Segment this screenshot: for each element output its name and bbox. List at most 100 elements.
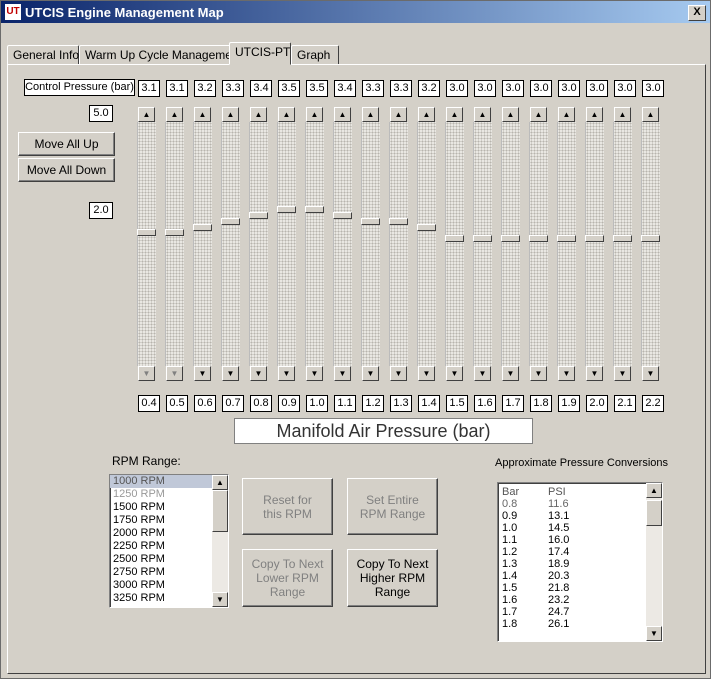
slider-up-arrow-icon[interactable]: ▲ [502,107,519,122]
slider-down-arrow-icon[interactable]: ▼ [530,366,547,381]
move-all-down-button[interactable]: Move All Down [18,158,115,182]
slider-down-arrow-icon[interactable]: ▼ [334,366,351,381]
slider-up-arrow-icon[interactable]: ▲ [446,107,463,122]
rpm-range-item[interactable]: 2500 RPM [110,553,228,566]
slider-up-arrow-icon[interactable]: ▲ [390,107,407,122]
pressure-slider-track[interactable] [361,122,380,366]
slider-down-arrow-icon[interactable]: ▼ [642,366,659,381]
slider-down-arrow-icon[interactable]: ▼ [250,366,267,381]
rpm-range-item[interactable]: 2000 RPM [110,527,228,540]
reset-for-this-rpm-button[interactable]: Reset for this RPM [242,478,333,535]
rpm-range-item[interactable]: 3000 RPM [110,579,228,592]
pressure-slider-track[interactable] [165,122,184,366]
conversions-scrollbar[interactable]: ▲ ▼ [646,483,662,641]
scroll-up-arrow-icon[interactable]: ▲ [212,475,228,490]
pressure-slider-track[interactable] [249,122,268,366]
pressure-slider-track[interactable] [333,122,352,366]
pressure-slider-thumb[interactable] [473,235,492,242]
rpm-range-item[interactable]: 1500 RPM [110,501,228,514]
rpm-range-item[interactable]: 1000 RPM [110,475,228,488]
slider-up-arrow-icon[interactable]: ▲ [558,107,575,122]
pressure-slider-track[interactable] [641,122,660,366]
slider-down-arrow-icon[interactable]: ▼ [446,366,463,381]
scroll-thumb[interactable] [646,500,662,526]
rpm-range-item[interactable]: 1750 RPM [110,514,228,527]
rpm-list-scrollbar[interactable]: ▲ ▼ [212,475,228,607]
pressure-slider-track[interactable] [305,122,324,366]
scroll-down-arrow-icon[interactable]: ▼ [212,592,228,607]
pressure-slider-thumb[interactable] [165,229,184,236]
pressure-slider-track[interactable] [473,122,492,366]
rpm-range-item[interactable]: 1250 RPM [110,488,228,501]
slider-down-arrow-icon[interactable]: ▼ [138,366,155,381]
pressure-slider-thumb[interactable] [529,235,548,242]
close-button[interactable]: X [688,5,706,21]
slider-down-arrow-icon[interactable]: ▼ [502,366,519,381]
pressure-slider-thumb[interactable] [305,206,324,213]
slider-up-arrow-icon[interactable]: ▲ [222,107,239,122]
rpm-range-list[interactable]: 1000 RPM 1250 RPM 1500 RPM 1750 RPM 2000 RPM… [109,474,229,608]
slider-down-arrow-icon[interactable]: ▼ [222,366,239,381]
slider-up-arrow-icon[interactable]: ▲ [250,107,267,122]
slider-down-arrow-icon[interactable]: ▼ [306,366,323,381]
slider-down-arrow-icon[interactable]: ▼ [586,366,603,381]
tab-utcis-pt[interactable]: UTCIS-PT [229,42,291,65]
pressure-slider-thumb[interactable] [445,235,464,242]
slider-down-arrow-icon[interactable]: ▼ [614,366,631,381]
pressure-slider-thumb[interactable] [137,229,156,236]
slider-down-arrow-icon[interactable]: ▼ [278,366,295,381]
copy-to-next-lower-rpm-range-button[interactable]: Copy To Next Lower RPM Range [242,549,333,607]
slider-up-arrow-icon[interactable]: ▲ [474,107,491,122]
slider-up-arrow-icon[interactable]: ▲ [138,107,155,122]
slider-up-arrow-icon[interactable]: ▲ [642,107,659,122]
pressure-slider-thumb[interactable] [249,212,268,219]
pressure-slider-track[interactable] [585,122,604,366]
pressure-slider-thumb[interactable] [585,235,604,242]
scroll-up-arrow-icon[interactable]: ▲ [646,483,662,498]
pressure-slider-thumb[interactable] [613,235,632,242]
slider-down-arrow-icon[interactable]: ▼ [362,366,379,381]
move-all-up-button[interactable]: Move All Up [18,132,115,156]
pressure-slider-track[interactable] [557,122,576,366]
copy-to-next-higher-rpm-range-button[interactable]: Copy To Next Higher RPM Range [347,549,438,607]
pressure-conversions-list[interactable]: Bar 0.8 0.9 1.0 1.1 1.2 1.3 1.4 1.5 1.6 1.7 1.8 PS… [497,482,663,642]
slider-up-arrow-icon[interactable]: ▲ [362,107,379,122]
pressure-slider-track[interactable] [277,122,296,366]
pressure-slider-thumb[interactable] [389,218,408,225]
slider-up-arrow-icon[interactable]: ▲ [614,107,631,122]
slider-up-arrow-icon[interactable]: ▲ [166,107,183,122]
slider-up-arrow-icon[interactable]: ▲ [334,107,351,122]
tab-graph[interactable]: Graph [291,45,339,65]
pressure-slider-thumb[interactable] [333,212,352,219]
set-entire-rpm-range-button[interactable]: Set Entire RPM Range [347,478,438,535]
rpm-range-item[interactable]: 2250 RPM [110,540,228,553]
pressure-slider-thumb[interactable] [221,218,240,225]
pressure-slider-track[interactable] [389,122,408,366]
slider-up-arrow-icon[interactable]: ▲ [278,107,295,122]
pressure-slider-track[interactable] [137,122,156,366]
tab-general-info[interactable]: General Info [7,45,79,65]
pressure-slider-track[interactable] [193,122,212,366]
pressure-slider-track[interactable] [445,122,464,366]
slider-down-arrow-icon[interactable]: ▼ [418,366,435,381]
slider-down-arrow-icon[interactable]: ▼ [474,366,491,381]
pressure-slider-thumb[interactable] [557,235,576,242]
pressure-slider-thumb[interactable] [361,218,380,225]
scroll-down-arrow-icon[interactable]: ▼ [646,626,662,641]
slider-down-arrow-icon[interactable]: ▼ [166,366,183,381]
pressure-slider-track[interactable] [529,122,548,366]
rpm-range-item[interactable]: 3250 RPM [110,592,228,605]
slider-down-arrow-icon[interactable]: ▼ [194,366,211,381]
pressure-slider-track[interactable] [613,122,632,366]
pressure-slider-thumb[interactable] [501,235,520,242]
scroll-thumb[interactable] [212,490,228,532]
pressure-slider-thumb[interactable] [277,206,296,213]
pressure-slider-thumb[interactable] [641,235,660,242]
slider-up-arrow-icon[interactable]: ▲ [306,107,323,122]
slider-up-arrow-icon[interactable]: ▲ [194,107,211,122]
rpm-range-item[interactable]: 2750 RPM [110,566,228,579]
slider-up-arrow-icon[interactable]: ▲ [586,107,603,122]
slider-down-arrow-icon[interactable]: ▼ [390,366,407,381]
title-bar[interactable]: UT UTCIS Engine Management Map X [1,1,710,23]
pressure-slider-thumb[interactable] [417,224,436,231]
